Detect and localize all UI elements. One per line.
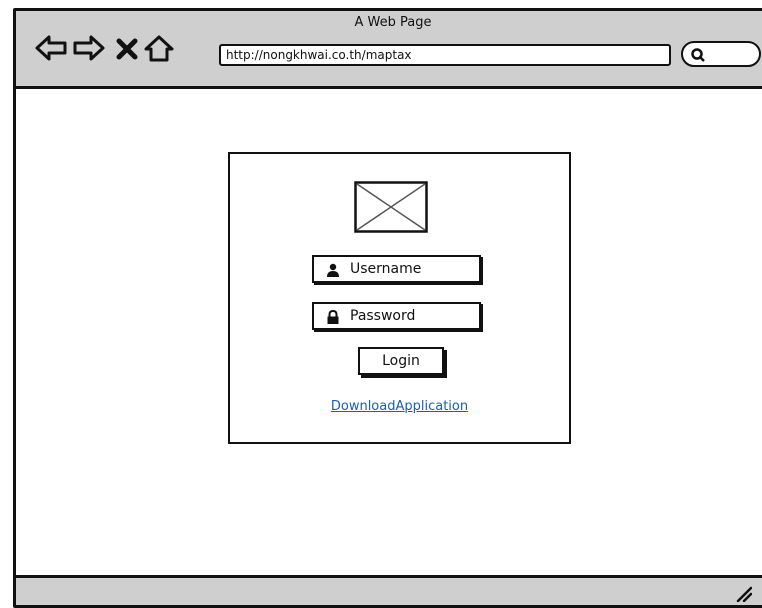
- search-icon: [690, 47, 706, 63]
- browser-window: A Web Page http://nongkhwai.co.th/maptax: [13, 8, 762, 608]
- login-panel: Username Password Login DownloadApplicat…: [228, 152, 571, 444]
- browser-toolbar: A Web Page http://nongkhwai.co.th/maptax: [16, 11, 762, 89]
- image-placeholder: [354, 181, 428, 233]
- stop-x-icon[interactable]: [114, 33, 140, 63]
- forward-arrow-icon[interactable]: [72, 33, 106, 63]
- resize-grip-icon[interactable]: [734, 584, 753, 603]
- password-field[interactable]: Password: [312, 302, 481, 330]
- address-bar[interactable]: http://nongkhwai.co.th/maptax: [219, 44, 671, 66]
- back-arrow-icon[interactable]: [34, 33, 68, 63]
- home-icon[interactable]: [142, 33, 176, 63]
- download-application-link[interactable]: DownloadApplication: [230, 399, 569, 414]
- login-button[interactable]: Login: [358, 347, 444, 375]
- window-title: A Web Page: [354, 15, 432, 30]
- lock-icon: [326, 309, 340, 324]
- username-placeholder: Username: [350, 261, 422, 277]
- user-icon: [326, 263, 340, 277]
- username-field[interactable]: Username: [312, 255, 481, 283]
- password-placeholder: Password: [350, 308, 416, 324]
- search-box[interactable]: [681, 41, 761, 67]
- status-bar: [16, 575, 762, 605]
